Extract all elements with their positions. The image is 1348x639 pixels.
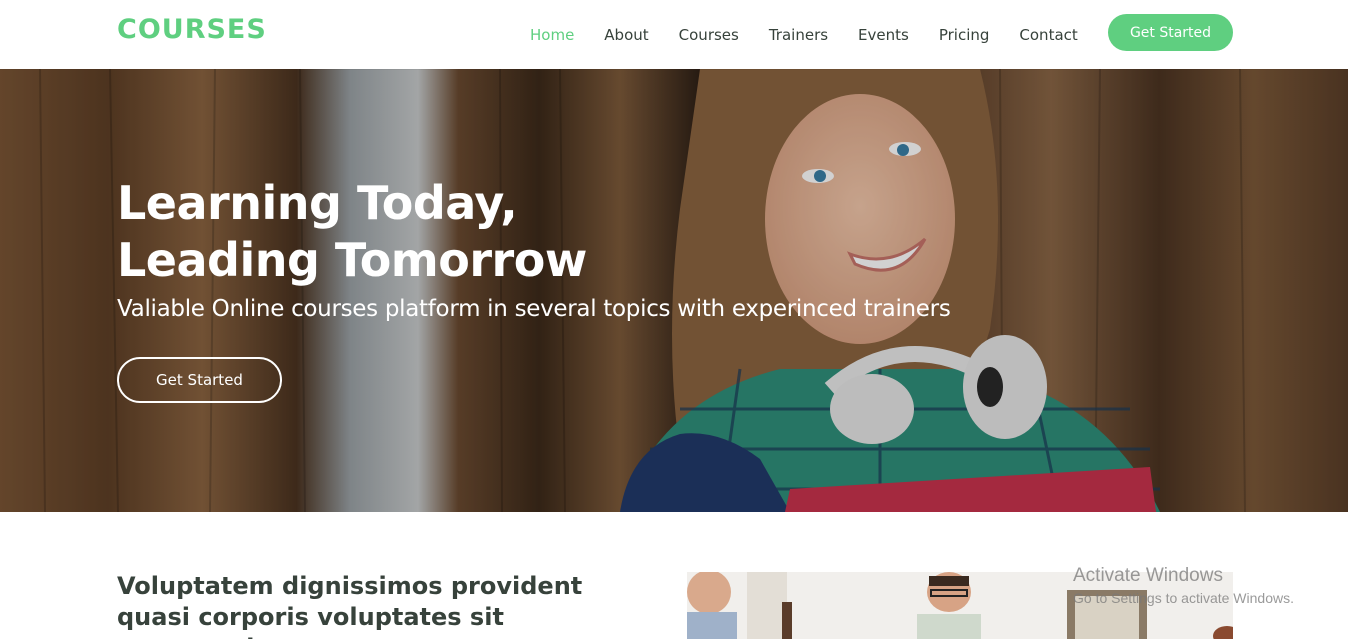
nav-item-events[interactable]: Events [858,26,909,44]
windows-activation-title: Activate Windows [1073,565,1223,586]
hero-title: Learning Today, Leading Tomorrow [117,175,817,289]
nav-item-trainers[interactable]: Trainers [769,26,828,44]
site-header: COURSES Home About Courses Trainers Even… [0,0,1348,69]
hero-overlay [0,69,1348,512]
get-started-button-header[interactable]: Get Started [1108,14,1233,51]
main-nav: Home About Courses Trainers Events Prici… [530,0,1108,69]
hero-section: Learning Today, Leading Tomorrow Valiabl… [0,69,1348,512]
windows-activation-subtitle: Go to Settings to activate Windows. [1073,590,1294,606]
hero-subtitle: Valiable Online courses platform in seve… [117,296,951,322]
about-heading: Voluptatem dignissimos provident quasi c… [117,572,583,639]
hero-title-line-2: Leading Tomorrow [117,233,587,287]
nav-item-courses[interactable]: Courses [679,26,739,44]
site-logo[interactable]: COURSES [117,14,267,45]
nav-item-home[interactable]: Home [530,26,574,44]
nav-item-about[interactable]: About [604,26,648,44]
nav-item-pricing[interactable]: Pricing [939,26,990,44]
nav-item-contact[interactable]: Contact [1019,26,1077,44]
hero-title-line-1: Learning Today, [117,176,518,230]
get-started-button-hero[interactable]: Get Started [117,357,282,403]
